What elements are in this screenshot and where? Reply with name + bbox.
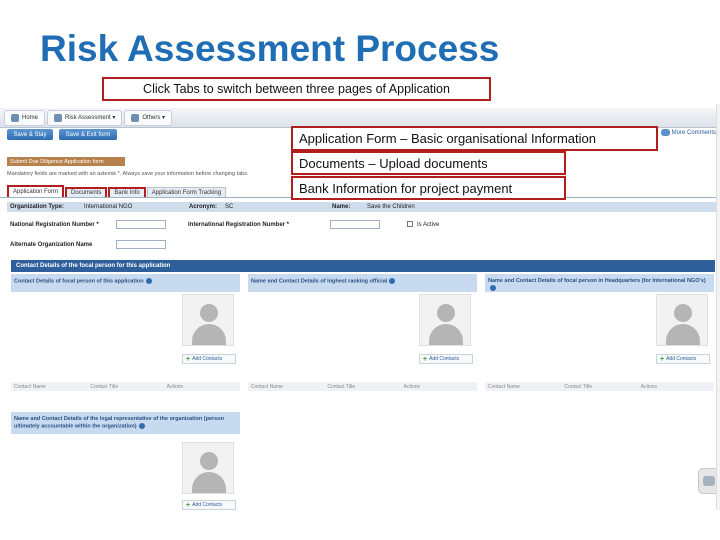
national-registration-label: National Registration Number * [10,222,99,228]
tab-bank-info[interactable]: Bank Info [108,187,146,197]
contact-panel-title: Name and Contact Details of focal person… [485,274,714,292]
tab-application-form[interactable]: Application Form [7,185,65,197]
add-contacts-button[interactable]: + Add Contacts [182,500,236,510]
plus-icon: + [186,355,191,363]
contact-section-header: Contact Details of the focal person for … [11,260,715,272]
plus-icon: + [423,355,428,363]
comment-icon [660,129,670,136]
contacts-table-header: Contact Name Contact Title Actions [11,382,240,391]
nav-others-label: Others ▾ [142,115,166,121]
avatar-placeholder-icon [419,294,471,346]
is-active-label: Is Active [417,222,440,228]
tab-application-form-tracking[interactable]: Application Form Tracking [146,187,227,197]
org-type-label: Organization Type: [10,204,64,210]
slide-title: Risk Assessment Process [40,28,500,69]
alternate-org-input[interactable] [116,240,166,249]
national-registration-input[interactable] [116,220,166,229]
mandatory-note: Mandatory fields are marked with an aste… [7,171,249,177]
add-contacts-button[interactable]: + Add Contacts [182,354,236,364]
more-comments-link[interactable]: More Comments [660,129,716,136]
top-navbar: Home Risk Assessment ▾ Others ▾ [0,108,720,128]
org-type-value: International NGO [84,204,133,210]
contact-panel-focal-person: Contact Details of focal person of this … [11,274,240,396]
acronym-label: Acronym: [189,204,218,210]
name-label: Name: [332,204,351,210]
page-edge [716,104,720,510]
help-icon[interactable] [145,278,152,284]
more-comments-label: More Comments [671,129,716,136]
avatar-placeholder-icon [182,442,234,494]
alternate-org-row: Alternate Organization Name [7,240,716,250]
submit-application-button[interactable]: Submit Due Diligence Application form [7,157,125,166]
contacts-table-header: Contact Name Contact Title Actions [248,382,477,391]
tab-documents[interactable]: Documents [65,187,108,197]
help-icon[interactable] [138,423,145,429]
callout-bank-info: Bank Information for project payment [291,176,566,200]
home-icon [11,113,19,122]
add-contacts-button[interactable]: + Add Contacts [419,354,473,364]
callout-application-form: Application Form – Basic organisational … [291,126,658,151]
help-icon[interactable] [490,285,496,291]
nav-home-label: Home [22,114,39,121]
others-icon [131,113,140,122]
international-registration-input[interactable] [330,220,380,229]
contact-panel-highest-official: Name and Contact Details of highest rank… [248,274,477,396]
nav-risk-label: Risk Assessment ▾ [65,115,116,121]
alternate-org-label: Alternate Organization Name [10,242,93,248]
add-contacts-button[interactable]: + Add Contacts [656,354,710,364]
nav-tab-home[interactable]: Home [4,109,46,126]
help-icon[interactable] [389,278,396,284]
contacts-table-header: Contact Name Contact Title Actions [485,382,714,391]
contact-panel-legal-representative: Name and Contact Details of the legal re… [11,412,240,510]
international-registration-label: International Registration Number * [188,222,290,228]
save-exit-button[interactable]: Save & Exit form [59,129,117,140]
is-active-checkbox[interactable] [407,221,413,227]
contact-panel-title: Contact Details of focal person of this … [11,274,240,292]
callout-documents: Documents – Upload documents [291,151,566,175]
nav-tab-risk-assessment[interactable]: Risk Assessment ▾ [47,109,123,126]
contact-panel-title: Name and Contact Details of the legal re… [11,412,240,434]
nav-tab-others[interactable]: Others ▾ [124,109,173,126]
acronym-value: SC [225,204,234,210]
save-stay-button[interactable]: Save & Stay [7,129,53,140]
organization-row: Organization Type: International NGO Acr… [7,202,716,212]
avatar-placeholder-icon [656,294,708,346]
contact-panel-headquarters: Name and Contact Details of focal person… [485,274,714,396]
name-value: Save the Children [367,204,415,210]
plus-icon: + [186,501,191,509]
form-tabs: Application Form Documents Bank Info App… [7,185,227,197]
plus-icon: + [660,355,665,363]
risk-assessment-icon [54,113,63,122]
callout-tabs-instruction: Click Tabs to switch between three pages… [102,77,491,101]
avatar-placeholder-icon [182,294,234,346]
contact-panel-title: Name and Contact Details of highest rank… [248,274,477,292]
